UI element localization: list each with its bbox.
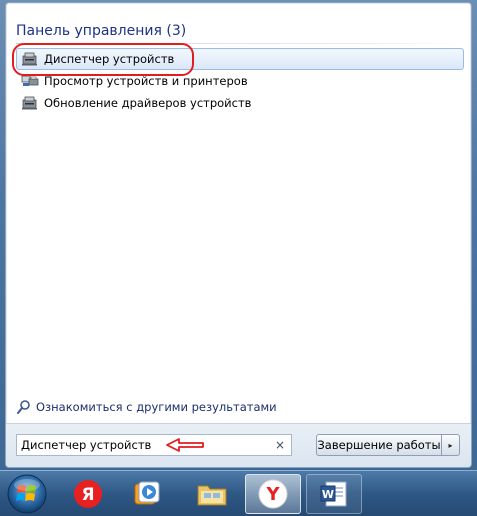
taskbar-word-button[interactable]: W	[306, 474, 362, 514]
shutdown-options-arrow-icon[interactable]: ▸	[442, 434, 460, 456]
group-header-control-panel[interactable]: Панель управления (3)	[16, 23, 186, 39]
see-more-results-link[interactable]: Ознакомиться с другими результатами	[16, 399, 277, 415]
start-menu-bottom-bar: × Завершение работы ▸	[6, 423, 471, 467]
yandex-letter: Я	[81, 485, 94, 505]
annotation-arrow-icon	[166, 438, 204, 452]
word-letter: W	[322, 488, 334, 501]
devices-printers-icon	[21, 73, 39, 89]
yandex-browser-icon: Y	[258, 479, 288, 509]
taskbar: Я Y W	[0, 470, 477, 516]
media-player-icon	[134, 481, 160, 505]
search-box: ×	[16, 434, 292, 456]
result-item-device-manager[interactable]: Диспетчер устройств	[16, 48, 464, 70]
yandex-browser-letter: Y	[265, 484, 280, 505]
word-icon: W	[320, 481, 347, 507]
shutdown-group: Завершение работы ▸	[316, 434, 460, 456]
taskbar-media-player-button[interactable]	[118, 474, 174, 514]
result-item-devices-printers[interactable]: Просмотр устройств и принтеров	[16, 70, 464, 92]
device-manager-icon	[21, 51, 39, 67]
start-orb[interactable]	[6, 473, 48, 515]
folder-icon	[197, 485, 227, 506]
taskbar-yandex-browser-button[interactable]: Y	[245, 474, 301, 514]
driver-update-icon	[21, 95, 39, 111]
search-input[interactable]	[21, 438, 261, 452]
windows-logo-icon	[7, 474, 47, 514]
start-menu: Панель управления (3) Диспетчер устройст…	[5, 2, 472, 468]
group-divider	[16, 43, 465, 44]
clear-search-icon[interactable]: ×	[275, 438, 285, 452]
result-item-label: Обновление драйверов устройств	[44, 96, 252, 110]
yandex-letter-icon: Я	[74, 480, 102, 508]
search-results-panel: Панель управления (3) Диспетчер устройст…	[6, 3, 471, 423]
result-item-label: Диспетчер устройств	[44, 52, 175, 66]
magnifier-icon	[16, 399, 32, 415]
shutdown-button[interactable]: Завершение работы	[316, 434, 442, 456]
result-item-label: Просмотр устройств и принтеров	[44, 74, 248, 88]
desktop: Панель управления (3) Диспетчер устройст…	[0, 0, 477, 516]
taskbar-explorer-button[interactable]	[184, 474, 240, 514]
taskbar-yandex-button[interactable]: Я	[60, 474, 116, 514]
see-more-label: Ознакомиться с другими результатами	[36, 400, 277, 414]
result-item-driver-update[interactable]: Обновление драйверов устройств	[16, 92, 464, 114]
